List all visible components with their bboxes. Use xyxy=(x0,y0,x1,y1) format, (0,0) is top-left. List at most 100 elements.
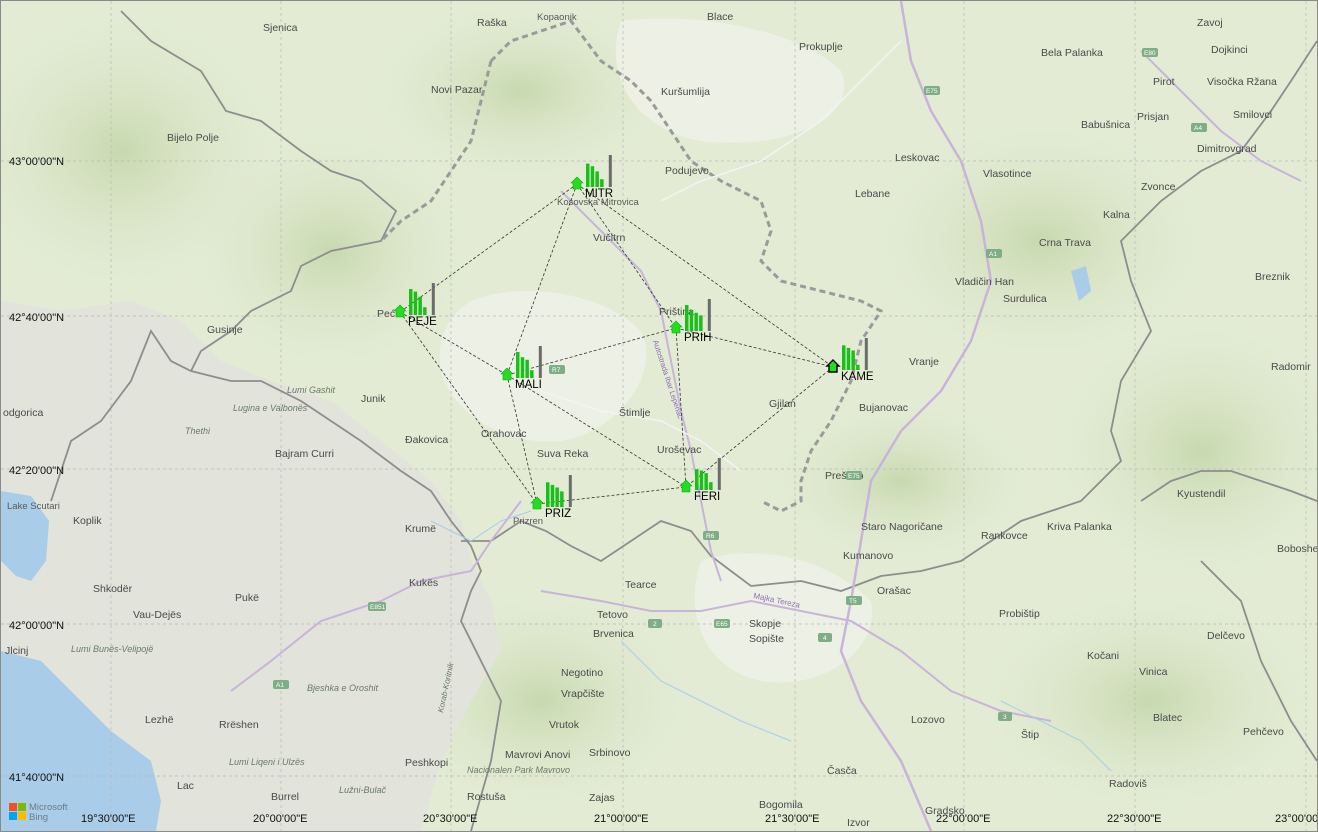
station-label: MALI xyxy=(515,379,542,391)
svg-text:E851: E851 xyxy=(370,604,386,611)
place-label: Thethi xyxy=(185,426,211,436)
place-label: Bujanovac xyxy=(859,402,908,414)
svg-text:E75: E75 xyxy=(848,473,860,480)
place-label: Bjeshka e Oroshit xyxy=(307,683,379,693)
lon-label: 19°30'00"E xyxy=(81,813,135,825)
svg-text:R6: R6 xyxy=(706,533,715,540)
signal-bar-total xyxy=(707,299,711,331)
place-label: Crna Trava xyxy=(1039,237,1091,249)
place-label: Kukës xyxy=(409,577,438,589)
place-label: Bijelo Polje xyxy=(167,132,219,144)
road-shield: A1 xyxy=(986,249,1002,258)
signal-bar xyxy=(550,484,555,507)
place-label: Vrapčište xyxy=(561,688,605,700)
lat-label: 42°40'00"N xyxy=(9,312,64,324)
place-label: Delčevo xyxy=(1207,630,1245,642)
place-label: Negotino xyxy=(561,667,603,679)
road-shield: E65 xyxy=(714,619,730,628)
place-label: Mavrovi Anovi xyxy=(505,749,570,761)
road-shield: 4 xyxy=(818,633,832,642)
signal-bar xyxy=(409,289,413,315)
place-label: Krumë xyxy=(405,523,436,535)
place-label: Jlcinj xyxy=(5,645,28,657)
road-shield: E851 xyxy=(368,602,386,611)
place-label: Skopje xyxy=(749,618,781,630)
svg-text:R7: R7 xyxy=(552,367,561,374)
place-label: Babušnica xyxy=(1081,119,1130,131)
signal-bar xyxy=(600,179,604,187)
place-label: Blatec xyxy=(1153,712,1182,724)
signal-bar xyxy=(423,307,427,315)
place-label: Gusinje xyxy=(207,324,243,336)
place-label: Priština xyxy=(659,306,694,318)
place-label: Zavoj xyxy=(1197,17,1223,29)
place-label: Visočka Ržana xyxy=(1207,76,1277,88)
signal-bar xyxy=(699,470,704,490)
place-label: Zvonce xyxy=(1141,181,1176,193)
signal-bar-total xyxy=(538,346,542,378)
station-label: PRIZ xyxy=(545,508,571,520)
signal-bar-total xyxy=(864,338,868,370)
place-label: Blace xyxy=(707,11,733,23)
svg-text:E65: E65 xyxy=(716,621,728,628)
signal-bar-total xyxy=(568,475,572,507)
place-label: Vrutok xyxy=(549,719,580,731)
microsoft-logo-icon xyxy=(9,803,26,820)
signal-bar xyxy=(555,487,559,507)
place-label: Pukë xyxy=(235,592,259,604)
place-label: Lebane xyxy=(855,188,890,200)
place-label: Radoviš xyxy=(1109,778,1147,790)
place-label: Vlasotince xyxy=(983,168,1032,180)
signal-bar xyxy=(520,357,525,378)
place-label: Kriva Palanka xyxy=(1047,521,1112,533)
place-label: Lugina e Valbonës xyxy=(233,403,308,413)
road-shield: E75 xyxy=(846,471,862,480)
signal-bar xyxy=(586,163,590,187)
place-label: Lake Scutari xyxy=(7,501,60,512)
place-label: Vučitrn xyxy=(593,232,625,244)
signal-bar xyxy=(689,310,694,331)
svg-text:4: 4 xyxy=(823,635,827,642)
place-label: Breznik xyxy=(1255,271,1291,283)
map-canvas[interactable]: Sjenica Raška Kopaonik Blace Zavoj Proku… xyxy=(1,1,1317,831)
place-label: Lumi Bunës-Velipojë xyxy=(71,644,153,654)
lon-label: 20°30'00"E xyxy=(423,813,477,825)
place-label: Lumi Liqeni i Ulzës xyxy=(229,757,305,767)
signal-bar xyxy=(699,315,703,331)
svg-text:A1: A1 xyxy=(276,682,284,689)
place-label: Lac xyxy=(177,780,194,792)
svg-text:3: 3 xyxy=(1003,714,1007,721)
place-label: odgorica xyxy=(3,407,43,419)
signal-bar xyxy=(694,312,698,331)
place-label: Smilovci xyxy=(1233,109,1272,121)
place-label: Srbinovo xyxy=(589,747,631,759)
place-label: Probištip xyxy=(999,608,1040,620)
signal-bar xyxy=(530,370,534,378)
lon-label: 22°00'00"E xyxy=(936,813,990,825)
map-viewport[interactable]: Sjenica Raška Kopaonik Blace Zavoj Proku… xyxy=(0,0,1318,832)
signal-bar xyxy=(856,364,860,370)
svg-text:T5: T5 xyxy=(849,598,857,605)
signal-bar xyxy=(560,491,564,507)
lat-label: 42°00'00"N xyxy=(9,620,64,632)
place-label: Leskovac xyxy=(895,152,939,164)
place-label: Kyustendil xyxy=(1177,488,1225,500)
place-label: Peshkopi xyxy=(405,757,448,769)
place-label: Radomir xyxy=(1271,361,1311,373)
lon-label: 23°00'00" xyxy=(1275,813,1317,825)
signal-bar xyxy=(595,171,599,187)
road-shield: E80 xyxy=(1142,48,1158,57)
signal-bar xyxy=(846,347,851,370)
svg-text:E75: E75 xyxy=(926,88,938,95)
signal-bar xyxy=(516,352,520,378)
place-label: Lezhë xyxy=(145,714,174,726)
place-label: Kopaonik xyxy=(537,12,577,23)
place-label: Podujevo xyxy=(665,165,709,177)
road-shield: R7 xyxy=(549,365,565,374)
map-attribution: Microsoft Bing xyxy=(29,803,68,823)
place-label: Surdulica xyxy=(1003,293,1047,305)
place-label: Peć xyxy=(377,308,395,320)
place-label: Rankovce xyxy=(981,530,1028,542)
place-label: Boboshe xyxy=(1277,543,1317,555)
lat-label: 41°40'00"N xyxy=(9,772,64,784)
